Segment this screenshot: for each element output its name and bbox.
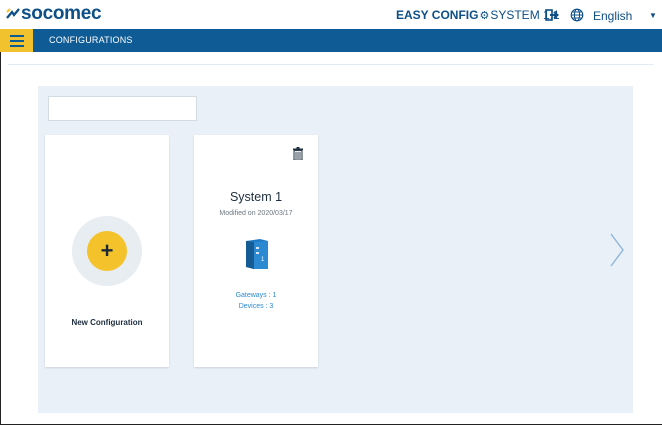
system-modified-date: Modified on 2020/03/17 xyxy=(219,210,293,217)
hamburger-icon xyxy=(9,34,24,37)
product-name-bold: EASY CONFIG xyxy=(396,8,479,22)
add-configuration-button[interactable]: + xyxy=(72,216,142,286)
chevron-down-icon[interactable]: ▼ xyxy=(649,11,657,20)
product-name: EASY CONFIG⚙SYSTEM 1.1 xyxy=(396,8,560,22)
socomec-logo: socomec xyxy=(6,3,102,25)
hamburger-line xyxy=(9,44,24,47)
add-circle: + xyxy=(87,231,127,271)
system-gateways-count: Gateways : 1 xyxy=(235,292,277,299)
chevron-right-icon[interactable] xyxy=(609,232,625,268)
search-input[interactable] xyxy=(48,96,197,121)
system-devices-count: Devices : 3 xyxy=(238,303,274,310)
trash-icon[interactable] xyxy=(293,147,303,160)
language-selector[interactable]: English xyxy=(593,9,632,23)
new-configuration-label: New Configuration xyxy=(71,318,143,327)
divider xyxy=(8,64,654,65)
top-bar: socomec EASY CONFIG⚙SYSTEM 1.1 English ▼ xyxy=(0,0,662,29)
logo-mark-icon xyxy=(6,8,20,19)
brand-name: socomec xyxy=(21,3,102,24)
page-title: CONFIGURATIONS xyxy=(49,35,133,45)
hamburger-menu-button[interactable] xyxy=(0,29,33,52)
new-configuration-card[interactable]: + New Configuration xyxy=(45,135,169,367)
gear-icon: ⚙ xyxy=(479,10,490,22)
logout-icon[interactable] xyxy=(545,8,559,22)
hamburger-line xyxy=(9,39,24,42)
system-card[interactable]: System 1 Modified on 2020/03/17 1 Gatewa… xyxy=(194,135,318,367)
globe-icon[interactable] xyxy=(570,8,584,22)
cabinet-icon: 1 xyxy=(246,239,268,269)
nav-bar: CONFIGURATIONS xyxy=(0,29,662,52)
system-name: System 1 xyxy=(229,190,283,204)
plus-icon: + xyxy=(100,237,114,263)
